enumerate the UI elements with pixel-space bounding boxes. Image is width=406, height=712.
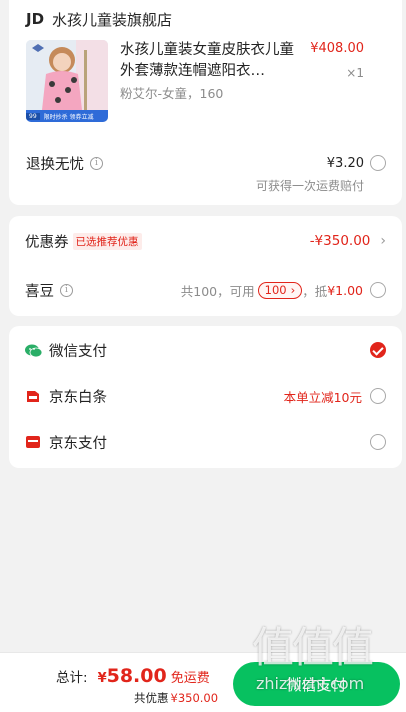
discount-line: 共优惠 ¥350.00 xyxy=(134,690,218,706)
product-price: ¥408.00 xyxy=(310,41,364,56)
jingdou-label: 喜豆 xyxy=(25,283,54,300)
discount-label: 共优惠 xyxy=(134,691,169,705)
payment-label: 京东白条 xyxy=(49,389,107,406)
return-service-label: 退换无忧 xyxy=(26,156,84,173)
checkout-bar: 总计: ¥ 58.00 免运费 共优惠 ¥350.00 微信支付 xyxy=(0,652,406,712)
jingdou-row[interactable]: 喜豆 i 共100，可用 100 › ，抵 ¥1.00 xyxy=(25,279,386,301)
payment-radio-selected[interactable] xyxy=(370,342,386,358)
order-card: JD 水孩儿童装旗舰店 99 限时抄杀 领券立减 水孩儿童装女童皮肤衣儿童外套薄… xyxy=(9,0,402,205)
jingdou-radio[interactable] xyxy=(370,282,386,298)
discount-card: 优惠券 已选推荐优惠 -¥350.00 › 喜豆 i 共100，可用 100 ›… xyxy=(9,216,402,316)
jd-pay-icon xyxy=(25,434,41,450)
return-service-price: ¥3.20 xyxy=(326,155,364,171)
product-spec: 粉艾尔-女童，160 xyxy=(120,86,224,101)
return-service-note: 可获得一次运费赔付 xyxy=(255,179,364,193)
chevron-right-icon: › xyxy=(290,283,296,297)
chevron-right-icon: › xyxy=(380,233,386,249)
payment-radio[interactable] xyxy=(370,388,386,404)
thumbnail-badge: 99 xyxy=(26,112,40,120)
product-thumbnail[interactable]: 99 限时抄杀 领券立减 xyxy=(26,40,108,122)
total-currency: ¥ xyxy=(97,671,107,686)
coupon-row[interactable]: 优惠券 已选推荐优惠 -¥350.00 › xyxy=(25,230,386,252)
shipping-note: 免运费 xyxy=(170,671,210,686)
jingdou-pill[interactable]: 100 › xyxy=(257,281,303,299)
jingdou-deduct-prefix: ，抵 xyxy=(302,283,328,299)
info-icon[interactable]: i xyxy=(60,283,73,297)
payment-promo: 本单立减10元 xyxy=(283,389,362,405)
thumbnail-banner-text: 限时抄杀 领券立减 xyxy=(43,113,94,121)
thumbnail-banner: 99 限时抄杀 领券立减 xyxy=(26,110,108,122)
return-service-radio[interactable] xyxy=(370,155,386,171)
product-title[interactable]: 水孩儿童装女童皮肤衣儿童外套薄款连帽遮阳衣… xyxy=(120,40,295,82)
discount-amount: ¥350.00 xyxy=(170,691,219,705)
info-icon[interactable]: i xyxy=(90,156,103,170)
payment-option-wechat[interactable]: 微信支付 xyxy=(25,339,386,361)
jd-baitiao-icon xyxy=(25,388,41,404)
coupon-tag: 已选推荐优惠 xyxy=(72,232,142,250)
payment-option-baitiao[interactable]: 京东白条 本单立减10元 xyxy=(25,385,386,407)
wechat-pay-icon xyxy=(25,343,43,358)
payment-label: 微信支付 xyxy=(49,343,107,360)
payment-option-jdpay[interactable]: 京东支付 xyxy=(25,431,386,453)
product-qty: ×1 xyxy=(346,66,364,80)
payment-label: 京东支付 xyxy=(49,435,107,452)
store-name: 水孩儿童装旗舰店 xyxy=(52,10,173,29)
pay-button-label: 微信支付 xyxy=(286,675,347,694)
total-line: 总计: ¥ 58.00 免运费 xyxy=(56,665,210,687)
jd-logo: JD xyxy=(26,10,45,28)
jingdou-total: 共100，可用 xyxy=(180,283,255,299)
payment-card: 微信支付 京东白条 本单立减10元 京东支付 xyxy=(9,326,402,468)
payment-radio[interactable] xyxy=(370,434,386,450)
jingdou-pill-value: 100 xyxy=(264,283,287,297)
return-service-row[interactable]: 退换无忧 i ¥3.20 xyxy=(26,152,386,174)
coupon-label: 优惠券 xyxy=(25,234,69,251)
total-amount: 58.00 xyxy=(106,665,167,687)
pay-button[interactable]: 微信支付 xyxy=(233,662,400,706)
jingdou-deduct-amount: ¥1.00 xyxy=(327,282,363,298)
total-label: 总计: xyxy=(56,670,88,686)
store-header[interactable]: JD 水孩儿童装旗舰店 xyxy=(26,8,402,30)
coupon-amount: -¥350.00 xyxy=(309,233,371,249)
